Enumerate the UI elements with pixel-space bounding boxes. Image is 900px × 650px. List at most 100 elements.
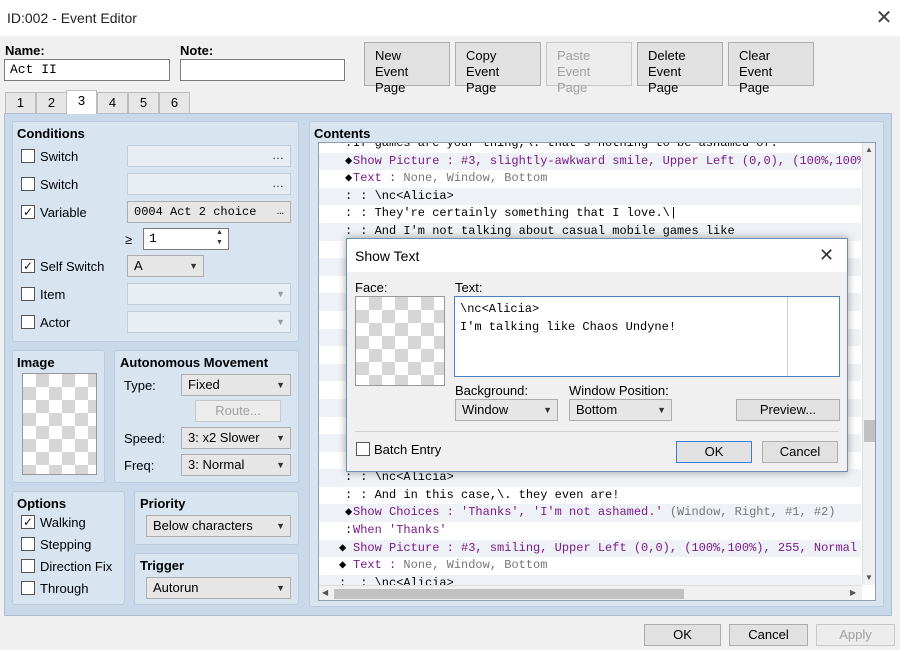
- options-section: Options ✓ Walking Stepping Direction Fix…: [12, 491, 125, 605]
- movement-speed-value: 3: x2 Slower: [188, 430, 260, 445]
- button-line: Event Page: [466, 64, 500, 95]
- note-label: Note:: [180, 43, 214, 58]
- message-textarea[interactable]: \nc<Alicia> I'm talking like Chaos Undyn…: [454, 296, 840, 377]
- type-label: Type:: [124, 378, 156, 393]
- variable-value: 0004 Act 2 choice: [134, 205, 257, 219]
- chevron-down-icon: ▼: [276, 433, 285, 443]
- chevron-down-icon: ▼: [276, 460, 285, 470]
- actor-checkbox[interactable]: [21, 315, 35, 329]
- switch2-checkbox[interactable]: [21, 177, 35, 191]
- command-row[interactable]: : : They're certainly something that I l…: [319, 205, 861, 223]
- movement-freq-select[interactable]: 3: Normal ▼: [181, 454, 291, 476]
- chevron-down-icon: ▼: [657, 405, 666, 415]
- switch2-select[interactable]: …: [127, 173, 291, 195]
- dots-icon: …: [272, 176, 284, 190]
- dialog-close-icon[interactable]: ✕: [819, 245, 834, 266]
- command-row[interactable]: : : And in this case,\. they even are!: [319, 487, 861, 505]
- trigger-select[interactable]: Autorun ▼: [146, 577, 291, 599]
- contents-title: Contents: [314, 126, 371, 141]
- dialog-title: Show Text: [355, 248, 420, 264]
- chevron-down-icon: ▼: [189, 261, 198, 271]
- command-row[interactable]: ◆ Show Picture : #3, smiling, Upper Left …: [319, 539, 861, 558]
- variable-select[interactable]: 0004 Act 2 choice…: [127, 201, 291, 223]
- hscroll-thumb[interactable]: [334, 589, 684, 599]
- row-text: : \nc<Alicia>: [353, 470, 454, 485]
- command-row[interactable]: ◆Show Picture : #3, slightly-awkward smi…: [319, 152, 861, 171]
- preview-button[interactable]: Preview...: [736, 399, 840, 421]
- batch-entry-checkbox[interactable]: [356, 442, 370, 456]
- window-position-select[interactable]: Bottom ▼: [569, 399, 672, 421]
- walking-checkbox[interactable]: ✓: [21, 515, 35, 529]
- switch1-select[interactable]: …: [127, 145, 291, 167]
- command-row[interactable]: ◆Show Choices : 'Thanks', 'I'm not asham…: [319, 504, 861, 523]
- tab-2[interactable]: 2: [36, 92, 67, 113]
- vertical-scrollbar[interactable]: ▲ ▼: [862, 143, 875, 585]
- command-keyword: Show Choices : 'Thanks', 'I'm not ashame…: [353, 505, 663, 520]
- row-text: : And I'm not talking about casual mobil…: [353, 223, 735, 238]
- dialog-ok-button[interactable]: OK: [676, 441, 752, 463]
- command-row[interactable]: : : \nc<Alicia>: [319, 187, 861, 206]
- dialog-cancel-button[interactable]: Cancel: [762, 441, 838, 463]
- window-title: ID:002 - Event Editor: [7, 10, 137, 26]
- item-checkbox[interactable]: [21, 287, 35, 301]
- horizontal-scrollbar[interactable]: ◀ ▶: [319, 585, 862, 600]
- command-row[interactable]: ◆Text : None, Window, Bottom: [319, 557, 861, 575]
- delete-event-page-button[interactable]: Delete Event Page: [637, 42, 723, 95]
- note-input[interactable]: [180, 59, 345, 81]
- command-row[interactable]: ◆Text : None, Window, Bottom: [319, 170, 861, 188]
- name-input[interactable]: Act II: [4, 59, 170, 81]
- direction-fix-checkbox[interactable]: [21, 559, 35, 573]
- cancel-button[interactable]: Cancel: [729, 624, 808, 646]
- button-line: Event Page: [557, 64, 591, 95]
- switch2-label: Switch: [40, 177, 79, 192]
- tab-4[interactable]: 4: [97, 92, 128, 113]
- scroll-left-icon[interactable]: ◀: [322, 588, 328, 597]
- scroll-right-icon[interactable]: ▶: [850, 588, 856, 597]
- movement-speed-select[interactable]: 3: x2 Slower ▼: [181, 427, 291, 449]
- new-event-page-button[interactable]: New Event Page: [364, 42, 450, 95]
- ok-button[interactable]: OK: [644, 624, 721, 646]
- background-label: Background:: [455, 383, 528, 398]
- item-label: Item: [40, 287, 66, 302]
- autonomous-movement-section: Autonomous Movement Type: Fixed ▼ Route..…: [114, 350, 299, 483]
- switch1-checkbox[interactable]: [21, 149, 35, 163]
- self-switch-checkbox[interactable]: ✓: [21, 259, 35, 273]
- row-text: : They're certainly something that I lov…: [353, 206, 678, 221]
- clear-event-page-button[interactable]: Clear Event Page: [728, 42, 814, 95]
- tab-1[interactable]: 1: [5, 92, 36, 113]
- name-label: Name:: [5, 43, 45, 58]
- scroll-down-icon[interactable]: ▼: [865, 573, 873, 582]
- item-select[interactable]: ▼: [127, 283, 291, 305]
- tab-5[interactable]: 5: [128, 92, 159, 113]
- dialog-divider: [355, 431, 839, 432]
- batch-entry-label: Batch Entry: [374, 442, 442, 457]
- close-icon[interactable]: ✕: [874, 5, 894, 30]
- copy-event-page-button[interactable]: Copy Event Page: [455, 42, 541, 95]
- background-value: Window: [462, 402, 509, 417]
- row-text: Show Choices : 'Thanks', 'I'm not ashame…: [353, 505, 835, 519]
- movement-type-value: Fixed: [188, 377, 220, 392]
- priority-select[interactable]: Below characters ▼: [146, 515, 291, 537]
- face-preview[interactable]: [355, 296, 445, 386]
- self-switch-select[interactable]: A ▼: [127, 255, 204, 277]
- background-select[interactable]: Window ▼: [455, 399, 558, 421]
- variable-checkbox[interactable]: ✓: [21, 205, 35, 219]
- row-marker: :: [345, 188, 353, 203]
- paste-event-page-button[interactable]: Paste Event Page: [546, 42, 632, 95]
- actor-select[interactable]: ▼: [127, 311, 291, 333]
- route-button[interactable]: Route...: [195, 400, 281, 422]
- movement-type-select[interactable]: Fixed ▼: [181, 374, 291, 396]
- tab-6[interactable]: 6: [159, 92, 190, 113]
- scroll-up-icon[interactable]: ▲: [865, 145, 873, 154]
- stepper-arrows-icon[interactable]: ▲ ▼: [216, 228, 223, 248]
- scrollbar-thumb[interactable]: [864, 420, 875, 442]
- command-row[interactable]: :When 'Thanks': [319, 522, 861, 540]
- apply-button[interactable]: Apply: [816, 624, 895, 646]
- tab-3[interactable]: 3: [66, 90, 97, 114]
- movement-title: Autonomous Movement: [120, 355, 269, 370]
- chevron-down-icon: ▼: [276, 317, 285, 327]
- through-checkbox[interactable]: [21, 581, 35, 595]
- image-preview[interactable]: [22, 373, 97, 475]
- command-row[interactable]: :If games are your thing,\. that's nothi…: [319, 143, 861, 153]
- stepping-checkbox[interactable]: [21, 537, 35, 551]
